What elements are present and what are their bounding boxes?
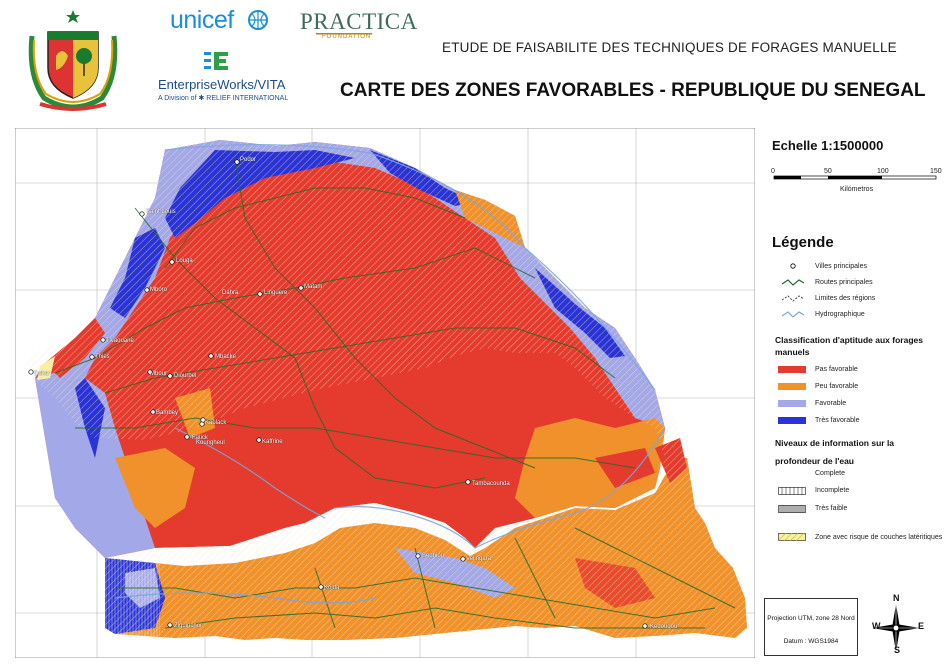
page-subtitle: ETUDE DE FAISABILITE DES TECHNIQUES DE F… (442, 40, 897, 55)
scale-title: Echelle 1:1500000 (772, 138, 884, 153)
legend-class-label: Peu favorable (815, 383, 859, 390)
city-label: Kolda (324, 585, 340, 591)
pattern-incomplete-swatch (778, 487, 806, 495)
legend-class-label: Très favorable (815, 417, 860, 424)
city-label: Saint Louis (146, 209, 176, 215)
city-label: Ziguinchor (174, 623, 203, 629)
city-label: Linguere (264, 290, 288, 296)
city-label: Tivaouane (106, 338, 134, 344)
practica-logo: PRACTICA (300, 9, 418, 34)
senegal-suitability-map (15, 128, 755, 658)
swatch-tres-favorable (778, 417, 806, 424)
enterpriseworks-name: EnterpriseWorks/VITA (158, 77, 286, 92)
city-label: Koungheul (196, 440, 225, 446)
enterpriseworks-subtitle: A Division of ✱ RELIEF INTERNATIONAL (158, 95, 289, 102)
city-label: Sedhiou (422, 553, 445, 559)
city-label: Diourbel (174, 373, 197, 379)
legend-info-title: Niveaux de information sur la (775, 438, 895, 448)
legend-info-incomplete: Incomplete (815, 487, 850, 494)
city-label: Thies (95, 354, 110, 360)
compass-e: E (918, 621, 925, 631)
page-title: CARTE DES ZONES FAVORABLES - REPUBLIQUE … (340, 80, 926, 101)
laterite-swatch (778, 533, 806, 541)
legend-classification-title: Classification d'aptitude aux forages ma… (775, 335, 923, 357)
city-label: Matam (304, 284, 323, 290)
city-label: Dahra (222, 290, 239, 296)
scale-tick-150: 150 (930, 168, 942, 175)
legend-boundaries-label: Limites des régions (815, 295, 876, 302)
projection-box: Projection UTM, zone 28 Nord Datum : WGS… (764, 598, 858, 656)
swatch-peu-favorable (778, 383, 806, 390)
swatch-favorable (778, 400, 806, 407)
scale-unit: Kilómetros (840, 186, 874, 193)
pattern-tres-faible-swatch (778, 505, 806, 513)
city-label: Velingara (466, 556, 492, 562)
legend-info-complete: Complete (815, 470, 845, 477)
city-label: Dakar (34, 371, 51, 377)
compass-w: W (872, 621, 881, 631)
senegal-coat-of-arms-icon (28, 10, 118, 111)
swatch-pas-favorable (778, 366, 806, 373)
projection-line: Projection UTM, zone 28 Nord (767, 615, 855, 622)
compass-s: S (894, 645, 901, 655)
scale-tick-50: 50 (824, 168, 832, 175)
datum-line: Datum : WGS1984 (783, 638, 839, 645)
legend-info-tres-faible: Très faible (815, 505, 848, 512)
practica-underline (316, 33, 372, 35)
city-label: Louga (176, 258, 193, 264)
city-label: Mboro (150, 287, 168, 293)
city-label: Mbour (150, 371, 168, 377)
legend-roads-label: Routes principales (815, 279, 873, 286)
city-label: Podor (240, 157, 257, 163)
legend-hydro-label: Hydrographique (815, 311, 865, 318)
city-label: Mbacke (215, 354, 237, 360)
city-label: Bambey (156, 410, 179, 416)
globe-icon (248, 10, 268, 30)
compass-n: N (893, 593, 900, 603)
city-label: Kedougou (650, 624, 678, 630)
city-label: Kaolack (205, 420, 227, 426)
legend-laterite-label: Zone avec risque de couches latéritiques (815, 534, 943, 541)
legend-title: Légende (772, 234, 834, 251)
legend-info-title-2: profondeur de l'eau (775, 456, 854, 466)
enterpriseworks-icon (204, 52, 228, 70)
unicef-logo: unicef (170, 6, 234, 34)
legend-reference-symbols (781, 263, 805, 318)
legend-cities-label: Villes principales (815, 263, 868, 270)
city-label: Tambacounda (472, 481, 510, 487)
city-label: Kaffrine (262, 439, 283, 445)
legend-class-label: Pas favorable (815, 366, 858, 373)
legend-class-label: Favorable (815, 400, 847, 407)
scale-tick-0: 0 (771, 168, 775, 175)
scale-tick-100: 100 (877, 168, 889, 175)
